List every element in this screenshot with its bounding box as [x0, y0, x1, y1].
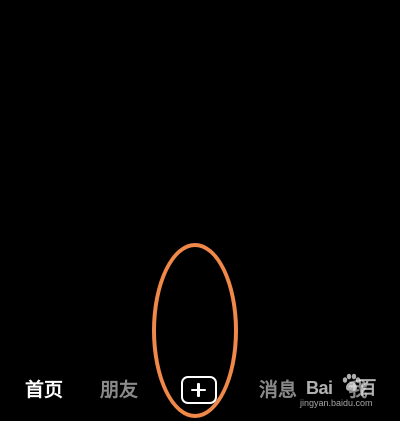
tab-home[interactable]: 首页 [16, 368, 72, 412]
tab-me[interactable]: 我 [330, 368, 386, 412]
tab-friends[interactable]: 朋友 [91, 368, 147, 412]
tab-messages[interactable]: 消息 [250, 368, 306, 412]
plus-icon-vertical [197, 382, 200, 397]
bottom-tab-bar: 首页 朋友 消息 我 [0, 368, 400, 412]
create-post-button[interactable] [181, 376, 217, 404]
app-screen: 首页 朋友 消息 我 Bai 百 jingyan.baidu.com [0, 0, 400, 421]
